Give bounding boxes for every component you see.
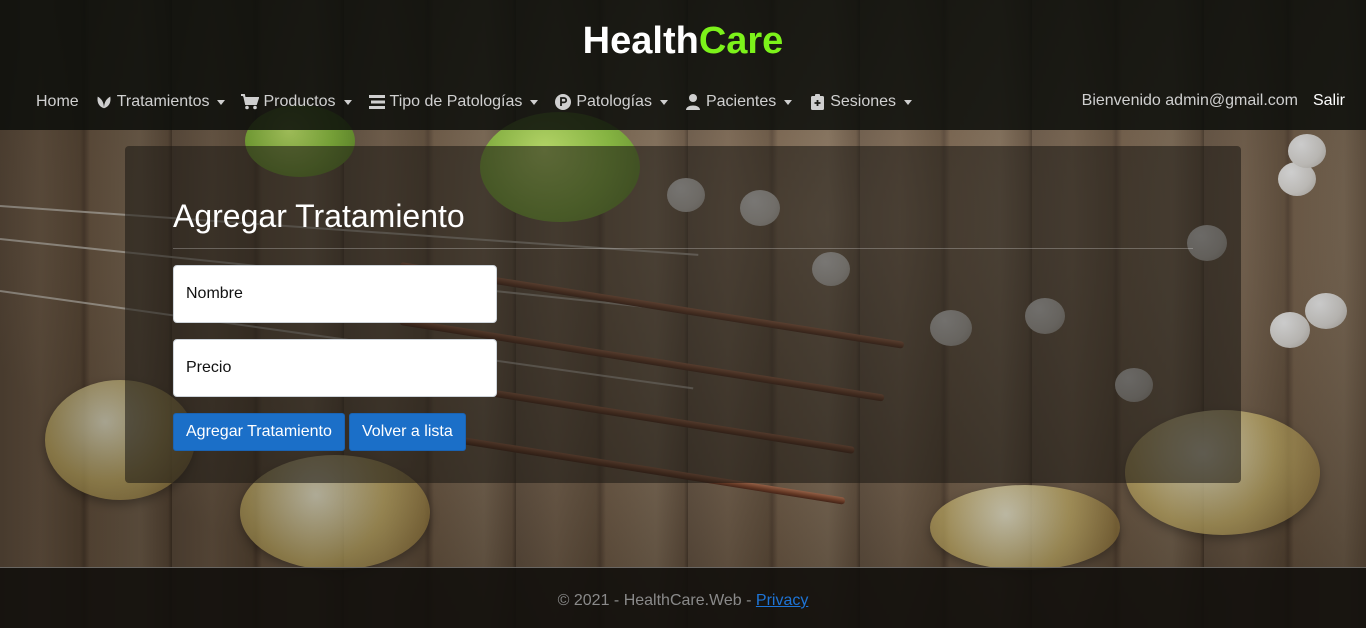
chevron-down-icon [217, 99, 226, 105]
nav-item-label: Pacientes [705, 93, 777, 110]
leaf-icon [95, 94, 113, 110]
main-nav: Home Tratamientos Productos Tipo de Pato… [36, 88, 928, 116]
precio-input[interactable] [173, 339, 497, 397]
page-title: Agregar Tratamiento [173, 198, 465, 234]
nav-item-label: Tratamientos [116, 93, 210, 110]
brand-logo[interactable]: HealthCare [0, 20, 1366, 63]
chevron-down-icon [784, 99, 793, 105]
chevron-down-icon [530, 99, 539, 105]
nav-item-patologias[interactable]: Patologías [554, 93, 668, 111]
form-card: Agregar Tratamiento Agregar Tratamiento … [125, 146, 1241, 483]
parking-circle-icon [554, 94, 572, 110]
brand-name-part1: Health [582, 20, 699, 62]
nav-item-pacientes[interactable]: Pacientes [684, 93, 793, 111]
nav-item-label: Patologías [576, 93, 652, 110]
nav-item-sesiones[interactable]: Sesiones [808, 93, 913, 111]
chevron-down-icon [904, 99, 913, 105]
chevron-down-icon [343, 99, 352, 105]
user-icon [684, 94, 702, 110]
chevron-down-icon [659, 99, 668, 105]
site-header: HealthCare Home Tratamientos Productos T… [0, 0, 1366, 130]
nav-item-label: Sesiones [830, 93, 897, 110]
welcome-text: Bienvenido admin@gmail.com [1081, 92, 1298, 109]
logout-link[interactable]: Salir [1313, 92, 1345, 110]
nav-item-label: Home [36, 93, 79, 110]
nav-item-productos[interactable]: Productos [241, 93, 352, 111]
cart-icon [241, 94, 260, 110]
list-icon [368, 94, 386, 110]
footer-text: © 2021 - HealthCare.Web - [557, 592, 756, 609]
divider [173, 248, 1193, 249]
nav-item-home[interactable]: Home [36, 93, 79, 111]
nombre-input[interactable] [173, 265, 497, 323]
nav-item-label: Productos [263, 93, 336, 110]
add-treatment-button[interactable]: Agregar Tratamiento [173, 413, 345, 451]
site-footer: © 2021 - HealthCare.Web - Privacy [0, 567, 1366, 628]
brand-name-part2: Care [698, 20, 784, 62]
nav-item-tipo-patologias[interactable]: Tipo de Patologías [368, 93, 539, 111]
nav-item-label: Tipo de Patologías [389, 93, 523, 110]
nav-item-tratamientos[interactable]: Tratamientos [95, 93, 226, 111]
clipboard-icon [808, 94, 826, 110]
privacy-link[interactable]: Privacy [756, 592, 808, 609]
back-to-list-button[interactable]: Volver a lista [349, 413, 466, 451]
